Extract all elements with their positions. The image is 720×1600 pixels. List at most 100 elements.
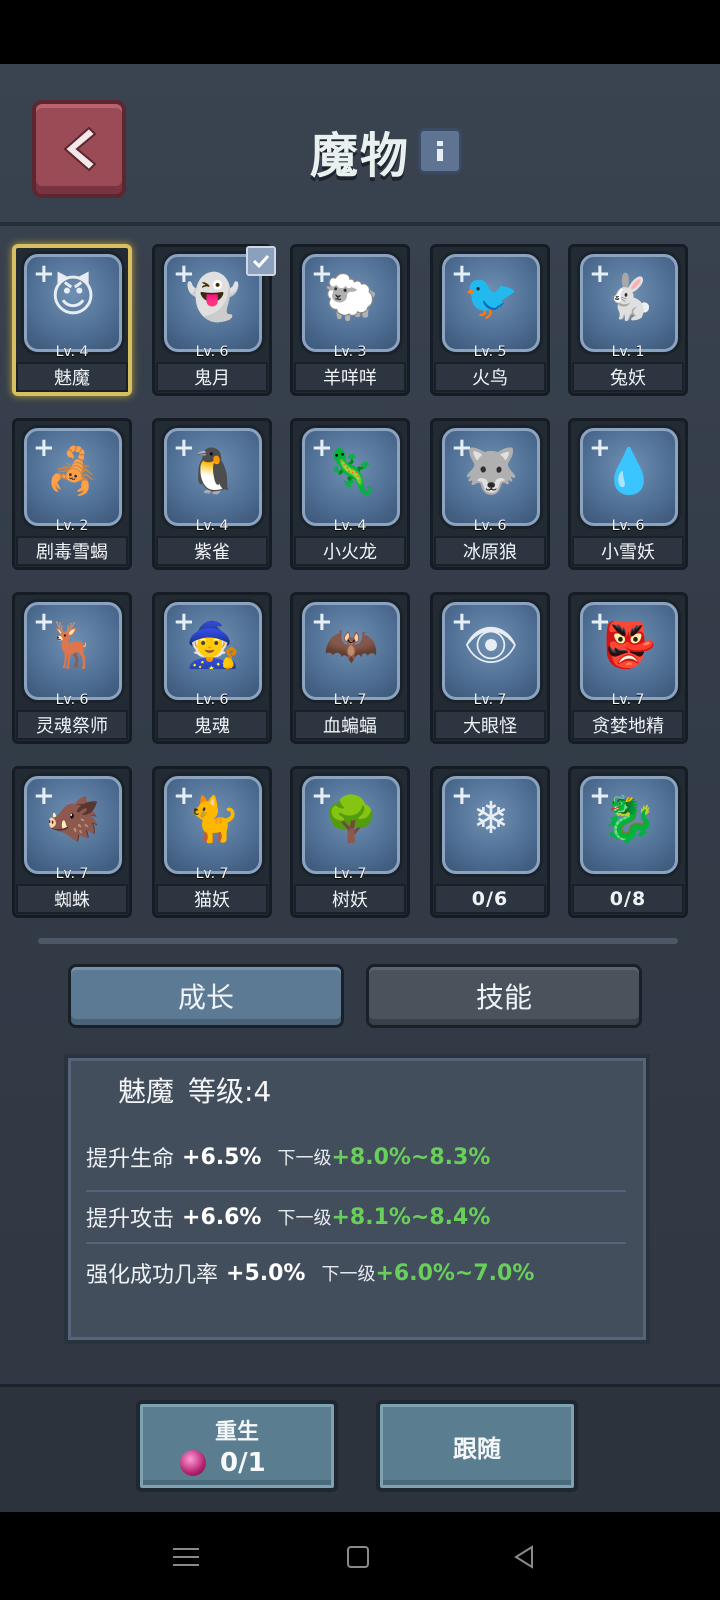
monster-level: Lv. 5 [473,344,507,360]
next-level-value: +8.0%~8.3% [331,1144,491,1170]
monster-name: 猫妖 [156,884,268,914]
monster-card[interactable]: + 🐧 Lv. 4 紫雀 [152,418,272,570]
monster-portrait: + 🐧 [164,428,262,526]
stat-divider [86,1242,626,1244]
monster-portrait: + 🦌 [24,602,122,700]
menu-nav-button[interactable] [166,1540,206,1574]
monster-card[interactable]: + 🐈 Lv. 7 猫妖 [152,766,272,918]
rebirth-button[interactable]: 重生 0/1 [136,1400,338,1492]
monster-portrait: + 🐈 [164,776,262,874]
monster-sprite-icon: 🐇 [601,272,657,323]
monster-card[interactable]: + 🌳 Lv. 7 树妖 [290,766,410,918]
monster-name: 紫雀 [156,536,268,566]
system-nav-bar [0,1512,720,1600]
rebirth-label: 重生 [214,1420,259,1445]
monster-name: 剧毒雪蝎 [16,536,128,566]
monster-level: Lv. 7 [195,866,229,882]
header-divider [0,222,720,226]
monster-sprite-icon: 👻 [185,272,241,323]
monster-name: 兔妖 [572,362,684,392]
monster-level: Lv. 7 [55,866,89,882]
monster-level: Lv. 7 [333,866,367,882]
monster-card[interactable]: + 🐉 0/8 [568,766,688,918]
stat-label: 提升攻击 [86,1207,175,1232]
monster-portrait: + 🦂 [24,428,122,526]
monster-card[interactable]: + 🐗 Lv. 7 蜘蛛 [12,766,132,918]
monster-card[interactable]: + 🦌 Lv. 6 灵魂祭师 [12,592,132,744]
page-title: 魔物 [309,128,410,184]
selected-monster-level: 等级:4 [188,1075,272,1108]
next-level-value: +8.1%~8.4% [331,1204,491,1230]
monster-card[interactable]: + ❄ 0/6 [430,766,550,918]
monster-name: 血蝙蝠 [294,710,406,740]
stat-row-enhance: 强化成功几率 +5.0% 下一级 +6.0%~7.0% [86,1246,626,1300]
back-nav-button[interactable] [504,1540,544,1574]
scrollbar[interactable] [38,938,678,944]
monster-name: 鬼月 [156,362,268,392]
monster-card[interactable]: + 😈 Lv. 4 魅魔 [12,244,132,396]
monster-portrait: + 🐺 [442,428,540,526]
stat-value: +6.6% [182,1204,262,1230]
monster-card[interactable]: + 👺 Lv. 7 贪婪地精 [568,592,688,744]
header: 魔物 [0,64,720,228]
checkmark-icon [246,246,276,276]
monster-name: 贪婪地精 [572,710,684,740]
info-button[interactable] [418,128,462,174]
stat-value: +6.5% [182,1144,262,1170]
home-square-icon [347,1546,369,1568]
next-level-label: 下一级 [277,1208,332,1229]
monster-screen: 魔物 + 😈 Lv. 4 魅魔 + 👻 Lv. 6 鬼月 + 🐑 Lv. 3 羊咩咩 + 🐦 Lv. 5 火鸟… [0,64,720,1515]
monster-portrait: + 🦎 [302,428,400,526]
monster-card[interactable]: + 🧙 Lv. 6 鬼魂 [152,592,272,744]
monster-card[interactable]: + 🐇 Lv. 1 兔妖 [568,244,688,396]
stat-label: 强化成功几率 [86,1263,219,1288]
monster-sprite-icon: 🦂 [45,446,101,497]
monster-portrait: + 👺 [580,602,678,700]
monster-name: 鬼魂 [156,710,268,740]
monster-card[interactable]: + 💧 Lv. 6 小雪妖 [568,418,688,570]
monster-sprite-icon: 🧙 [185,620,241,671]
monster-level: Lv. 3 [333,344,367,360]
stat-row-hp: 提升生命 +6.5% 下一级 +8.0%~8.3% [86,1130,626,1184]
monster-sprite-icon: 🐧 [185,446,241,497]
monster-card[interactable]: + 🐦 Lv. 5 火鸟 [430,244,550,396]
monster-portrait: + 🐇 [580,254,678,352]
monster-card[interactable]: + 👁 Lv. 7 大眼怪 [430,592,550,744]
monster-sprite-icon: 😈 [50,271,96,322]
monster-level: Lv. 6 [55,692,89,708]
monster-portrait: + 🐦 [442,254,540,352]
monster-portrait: + 🐗 [24,776,122,874]
monster-sprite-icon: 🦇 [323,620,379,671]
monster-card[interactable]: + 🐑 Lv. 3 羊咩咩 [290,244,410,396]
monster-level: Lv. 6 [195,692,229,708]
monster-card[interactable]: + 🦇 Lv. 7 血蝙蝠 [290,592,410,744]
tab-growth[interactable]: 成长 [68,964,344,1028]
monster-card[interactable]: + 🐺 Lv. 6 冰原狼 [430,418,550,570]
monster-sprite-icon: 🐉 [601,794,657,845]
monster-level: Lv. 7 [611,692,645,708]
monster-portrait: + 🌳 [302,776,400,874]
monster-level: Lv. 4 [195,518,229,534]
monster-portrait: + 🐉 [580,776,678,874]
monster-card[interactable]: + 👻 Lv. 6 鬼月 [152,244,276,396]
monster-fragment-count: 0/8 [572,884,684,914]
monster-sprite-icon: 🦎 [323,446,379,497]
monster-card[interactable]: + 🦎 Lv. 4 小火龙 [290,418,410,570]
home-nav-button[interactable] [338,1540,378,1574]
rebirth-cost: 0/1 [180,1448,266,1478]
monster-card[interactable]: + 🦂 Lv. 2 剧毒雪蝎 [12,418,132,570]
stat-value: +5.0% [226,1260,306,1286]
monster-name: 小雪妖 [572,536,684,566]
rebirth-count: 0/1 [220,1448,266,1478]
tab-skills[interactable]: 技能 [366,964,642,1028]
monster-portrait: + 💧 [580,428,678,526]
monster-sprite-icon: 👁 [463,620,519,671]
monster-portrait: + 😈 [24,254,122,352]
stat-label: 提升生命 [86,1147,175,1172]
rebirth-orb-icon [180,1450,206,1476]
follow-button[interactable]: 跟随 [376,1400,578,1492]
monster-sprite-icon: 👺 [601,620,657,671]
monster-name: 魅魔 [16,362,128,392]
stat-row-attack: 提升攻击 +6.6% 下一级 +8.1%~8.4% [86,1190,626,1244]
monster-sprite-icon: 🐗 [45,794,101,845]
